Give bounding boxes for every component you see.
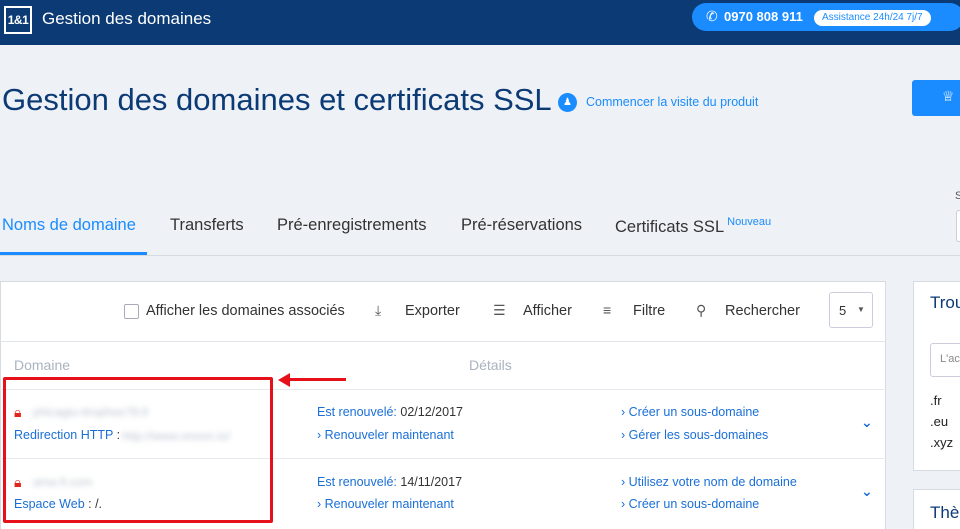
expand-row-icon[interactable]: ⌄ bbox=[861, 414, 873, 431]
new-badge: Nouveau bbox=[727, 216, 772, 228]
tab-pre-reservations[interactable]: Pré-réservations bbox=[461, 216, 582, 235]
chevron-down-icon: ▼ bbox=[857, 305, 865, 314]
export-button[interactable]: Exporter bbox=[405, 303, 460, 319]
tld-item: .eu bbox=[930, 414, 949, 429]
tab-certificats-ssl-label: Certificats SSL bbox=[615, 218, 725, 236]
column-header-details: Détails bbox=[469, 357, 512, 373]
renew-now-link[interactable]: › Renouveler maintenant bbox=[317, 428, 454, 442]
themes-card-title: Thè bbox=[930, 503, 960, 522]
header-divider bbox=[0, 341, 886, 342]
export-icon[interactable]: ⤓ bbox=[375, 302, 381, 319]
renew-now-label: Renouveler maintenant bbox=[324, 497, 454, 511]
renewal-date: 14/11/2017 bbox=[400, 475, 463, 489]
filter-button[interactable]: Filtre bbox=[633, 303, 665, 319]
tab-pre-enregistrements[interactable]: Pré-enregistrements bbox=[277, 216, 426, 235]
domain-search-placeholder: L'ac bbox=[940, 353, 960, 365]
page-size-value: 5 bbox=[839, 303, 847, 318]
manage-subdomains-link[interactable]: › Gérer les sous-domaines bbox=[621, 428, 768, 442]
show-associated-checkbox[interactable] bbox=[124, 304, 139, 319]
renewal-date: 02/12/2017 bbox=[400, 405, 463, 419]
renew-now-label: Renouveler maintenant bbox=[324, 428, 454, 442]
phone-icon: ✆ bbox=[706, 8, 718, 24]
action1-label: Utilisez votre nom de domaine bbox=[628, 475, 797, 489]
renew-now-link[interactable]: › Renouveler maintenant bbox=[317, 497, 454, 511]
create-subdomain-link[interactable]: › Créer un sous-domaine bbox=[621, 497, 759, 511]
page-title: Gestion des domaines et certificats SSL bbox=[2, 82, 552, 117]
search-icon[interactable]: ⚲ bbox=[696, 302, 706, 319]
use-domain-link[interactable]: › Utilisez votre nom de domaine bbox=[621, 475, 797, 489]
display-button[interactable]: Afficher bbox=[523, 303, 572, 319]
search-button[interactable]: Rechercher bbox=[725, 303, 800, 319]
filter-icon[interactable]: ≡ bbox=[603, 302, 611, 318]
action1-label: Créer un sous-domaine bbox=[628, 405, 760, 419]
phone-number[interactable]: 0970 808 911 bbox=[724, 9, 803, 24]
brand-logo[interactable]: 1&1 bbox=[4, 6, 32, 34]
tab-transferts[interactable]: Transferts bbox=[170, 216, 244, 235]
right-label: S bbox=[955, 190, 960, 202]
right-search-input[interactable] bbox=[956, 210, 960, 242]
tab-noms-de-domaine[interactable]: Noms de domaine bbox=[2, 216, 136, 235]
tabs-divider bbox=[0, 255, 960, 256]
create-subdomain-link[interactable]: › Créer un sous-domaine bbox=[621, 405, 759, 419]
domain-search-card-title: Trou bbox=[930, 293, 960, 312]
action2-label: Créer un sous-domaine bbox=[628, 497, 760, 511]
expand-row-icon[interactable]: ⌄ bbox=[861, 483, 873, 500]
list-icon[interactable]: ☰ bbox=[493, 302, 506, 319]
tld-item: .xyz bbox=[930, 435, 954, 450]
crown-icon: ♕ bbox=[942, 88, 955, 104]
renewal-status[interactable]: Est renouvelé: 14/11/2017 bbox=[317, 475, 462, 489]
show-associated-label[interactable]: Afficher les domaines associés bbox=[146, 303, 345, 319]
column-header-domain: Domaine bbox=[14, 357, 71, 373]
tab-certificats-ssl[interactable]: Certificats SSL Nouveau bbox=[615, 216, 771, 237]
product-tour-link[interactable]: Commencer la visite du produit bbox=[586, 95, 758, 109]
active-tab-indicator bbox=[0, 252, 147, 255]
footsteps-icon[interactable]: ♟ bbox=[558, 93, 577, 112]
arrow-line bbox=[288, 378, 346, 381]
tld-item: .fr bbox=[930, 393, 942, 408]
action2-label: Gérer les sous-domaines bbox=[628, 428, 769, 442]
renewal-label: Est renouvelé: bbox=[317, 475, 397, 489]
highlight-box bbox=[3, 377, 273, 523]
page-size-select[interactable] bbox=[829, 292, 873, 328]
renewal-status[interactable]: Est renouvelé: 02/12/2017 bbox=[317, 405, 463, 419]
renewal-label: Est renouvelé: bbox=[317, 405, 397, 419]
assistance-badge: Assistance 24h/24 7j/7 bbox=[814, 10, 931, 26]
app-title: Gestion des domaines bbox=[42, 9, 212, 28]
